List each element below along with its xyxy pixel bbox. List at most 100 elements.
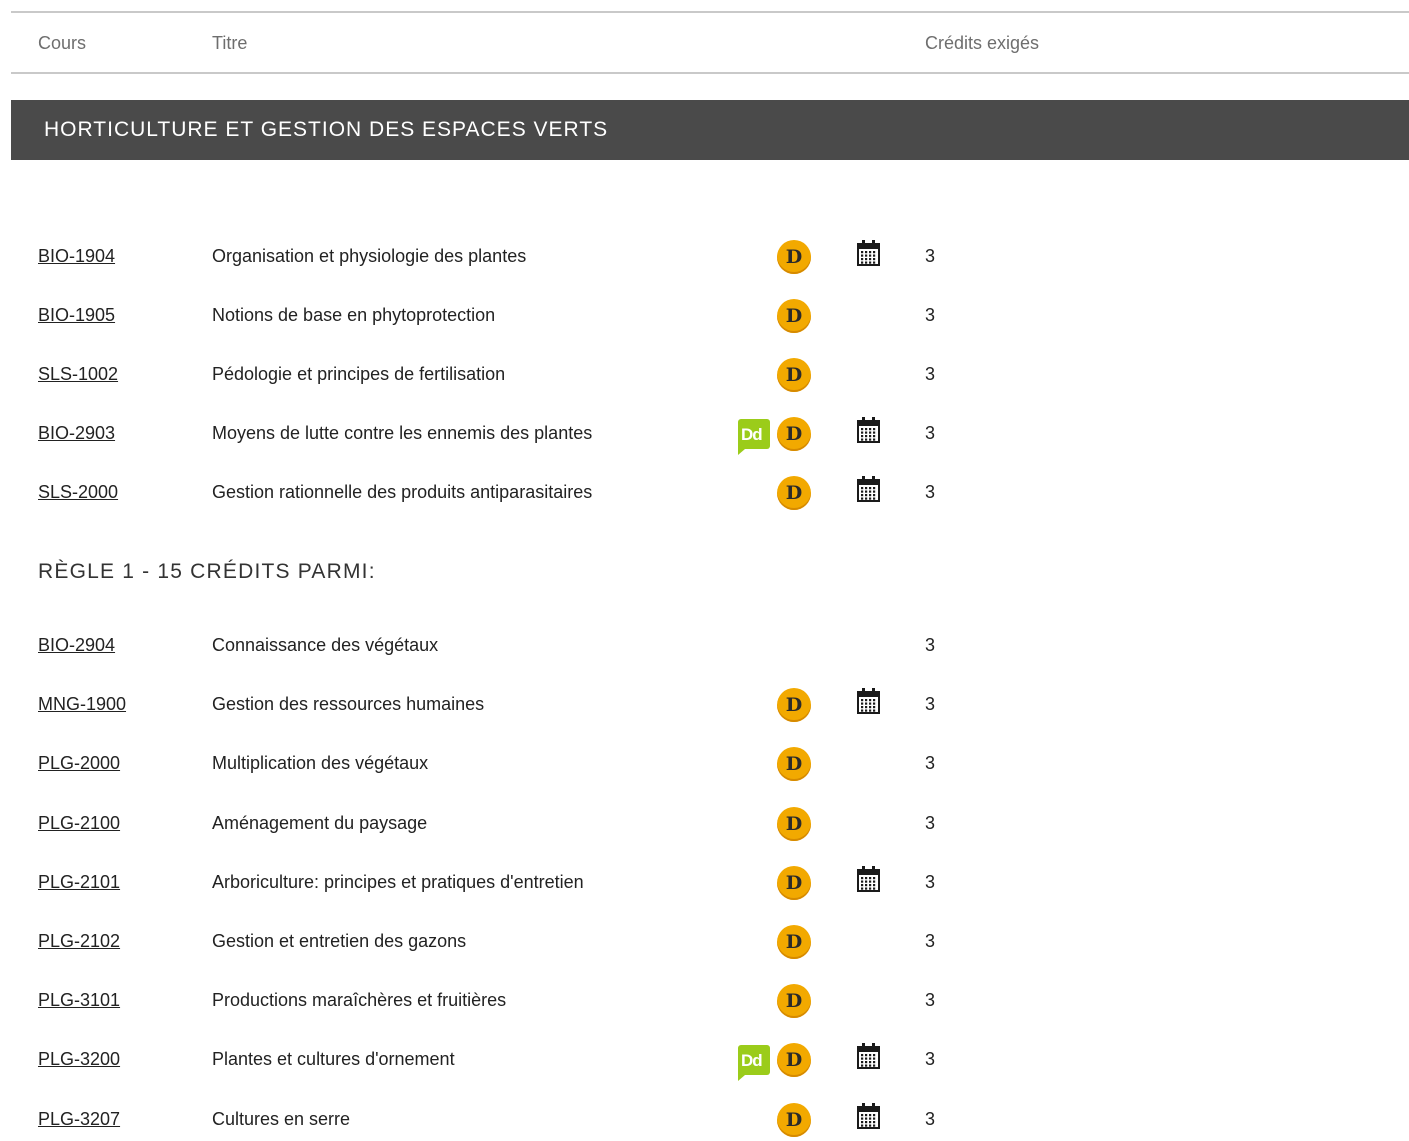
- table-header-bottom-rule: [11, 72, 1409, 74]
- d-icon-label: D: [785, 753, 803, 776]
- d-coin-icon[interactable]: D: [777, 925, 811, 959]
- d-coin-icon[interactable]: D: [777, 747, 811, 782]
- course-credits: 3: [925, 1108, 936, 1129]
- d-coin-icon[interactable]: D: [777, 688, 811, 723]
- course-row: BIO-2903 Moyens de lutte contre les ennem…: [0, 415, 1409, 455]
- d-icon-label: D: [785, 364, 803, 386]
- column-header-credits: Crédits exigés: [925, 33, 1040, 53]
- course-row: PLG-3101 Productions maraîchères et fruit…: [0, 982, 1409, 1022]
- course-code-link[interactable]: SLS-1002: [38, 364, 118, 385]
- d-coin-icon[interactable]: D: [777, 299, 811, 333]
- course-credits: 3: [925, 482, 936, 502]
- d-coin-icon[interactable]: D: [777, 240, 811, 274]
- course-title: Notions de base en phytoprotection: [212, 305, 496, 325]
- course-credits: 3: [925, 990, 936, 1011]
- course-credits: 3: [925, 694, 936, 715]
- course-title: Gestion des ressources humaines: [212, 694, 485, 715]
- course-title: Gestion et entretien des gazons: [212, 931, 467, 951]
- d-icon-label: D: [785, 482, 803, 504]
- dd-icon-label: Dd: [741, 1051, 763, 1071]
- d-icon-label: D: [785, 305, 803, 327]
- course-title: Pédologie et principes de fertilisation: [212, 364, 506, 384]
- course-code-link[interactable]: BIO-2903: [38, 423, 115, 444]
- d-icon-label: D: [785, 990, 803, 1013]
- course-credits: 3: [925, 305, 936, 325]
- course-code-link[interactable]: PLG-2102: [38, 931, 120, 952]
- course-code-link[interactable]: PLG-3207: [38, 1109, 120, 1130]
- course-row: PLG-2100 Aménagement du paysage D 3: [0, 805, 1409, 845]
- course-credits: 3: [925, 1049, 936, 1070]
- section-header: HORTICULTURE ET GESTION DES ESPACES VERT…: [11, 100, 1409, 160]
- course-row: PLG-3200 Plantes et cultures d'ornement Dd…: [0, 1041, 1409, 1082]
- d-icon-label: D: [785, 871, 803, 894]
- d-icon-label: D: [785, 931, 803, 953]
- course-credits: 3: [925, 812, 936, 833]
- course-row: BIO-1905 Notions de base en phytoprotecti…: [0, 297, 1409, 337]
- course-code-link[interactable]: BIO-1904: [38, 246, 115, 267]
- course-title: Organisation et physiologie des plantes: [212, 246, 527, 266]
- calendar-icon[interactable]: [857, 865, 880, 892]
- column-header-course: Cours: [38, 33, 87, 53]
- course-code-link[interactable]: SLS-2000: [38, 482, 118, 503]
- d-coin-icon[interactable]: D: [777, 358, 811, 392]
- rule-title: RÈGLE 1 - 15 CRÉDITS PARMI:: [38, 560, 376, 583]
- course-code-link[interactable]: BIO-2904: [38, 635, 115, 656]
- section-title: HORTICULTURE ET GESTION DES ESPACES VERT…: [44, 118, 609, 141]
- d-coin-icon[interactable]: D: [777, 984, 811, 1019]
- calendar-icon[interactable]: [857, 1043, 880, 1070]
- course-code-link[interactable]: PLG-2100: [38, 813, 120, 834]
- course-title: Connaissance des végétaux: [212, 635, 439, 655]
- course-code-link[interactable]: PLG-2000: [38, 753, 120, 774]
- dd-speech-icon[interactable]: Dd: [738, 419, 770, 455]
- course-title: Cultures en serre: [212, 1108, 351, 1129]
- d-coin-icon[interactable]: D: [777, 1043, 811, 1078]
- course-row: SLS-2000 Gestion rationnelle des produits…: [0, 474, 1409, 514]
- d-icon-label: D: [785, 694, 803, 717]
- course-row: PLG-3207 Cultures en serre D 3: [0, 1101, 1409, 1141]
- course-row: BIO-1904 Organisation et physiologie des …: [0, 238, 1409, 278]
- table-header-top-rule: [11, 11, 1409, 13]
- calendar-icon[interactable]: [857, 476, 880, 502]
- course-code-link[interactable]: PLG-3200: [38, 1049, 120, 1070]
- course-code-link[interactable]: MNG-1900: [38, 694, 126, 715]
- calendar-icon[interactable]: [857, 240, 880, 266]
- d-coin-icon[interactable]: D: [777, 1102, 811, 1137]
- course-title: Plantes et cultures d'ornement: [212, 1049, 455, 1070]
- column-header-title: Titre: [212, 33, 248, 53]
- course-title: Productions maraîchères et fruitières: [212, 990, 507, 1011]
- course-credits: 3: [925, 871, 936, 892]
- d-icon-label: D: [785, 246, 803, 268]
- course-row: PLG-2000 Multiplication des végétaux D 3: [0, 745, 1409, 785]
- d-coin-icon[interactable]: D: [777, 476, 811, 510]
- d-coin-icon[interactable]: D: [777, 417, 811, 451]
- d-coin-icon[interactable]: D: [777, 865, 811, 900]
- course-code-link[interactable]: PLG-2101: [38, 872, 120, 893]
- calendar-icon[interactable]: [857, 1102, 880, 1129]
- course-title: Gestion rationnelle des produits antipar…: [212, 482, 593, 502]
- d-coin-icon[interactable]: D: [777, 806, 811, 841]
- dd-icon-label: Dd: [741, 425, 763, 444]
- course-credits: 3: [925, 931, 936, 951]
- course-row: BIO-2904 Connaissance des végétaux 3: [0, 627, 1409, 667]
- calendar-icon[interactable]: [857, 688, 880, 715]
- d-icon-label: D: [785, 812, 803, 835]
- course-code-link[interactable]: PLG-3101: [38, 990, 120, 1011]
- d-icon-label: D: [785, 1049, 803, 1072]
- course-title: Multiplication des végétaux: [212, 753, 429, 774]
- course-code-link[interactable]: BIO-1905: [38, 305, 115, 326]
- d-icon-label: D: [785, 423, 803, 445]
- course-credits: 3: [925, 423, 936, 443]
- course-row: SLS-1002 Pédologie et principes de fertil…: [0, 356, 1409, 396]
- course-title: Moyens de lutte contre les ennemis des p…: [212, 423, 593, 443]
- course-title: Arboriculture: principes et pratiques d'…: [212, 871, 584, 892]
- course-credits: 3: [925, 635, 936, 655]
- course-credits: 3: [925, 246, 936, 266]
- course-credits: 3: [925, 753, 936, 774]
- dd-speech-icon[interactable]: Dd: [738, 1045, 770, 1082]
- calendar-icon[interactable]: [857, 417, 880, 443]
- d-icon-label: D: [785, 1108, 803, 1131]
- course-title: Aménagement du paysage: [212, 812, 428, 833]
- course-row: PLG-2102 Gestion et entretien des gazons D…: [0, 923, 1409, 963]
- course-row: MNG-1900 Gestion des ressources humaines D…: [0, 686, 1409, 726]
- course-row: PLG-2101 Arboriculture: principes et prat…: [0, 864, 1409, 904]
